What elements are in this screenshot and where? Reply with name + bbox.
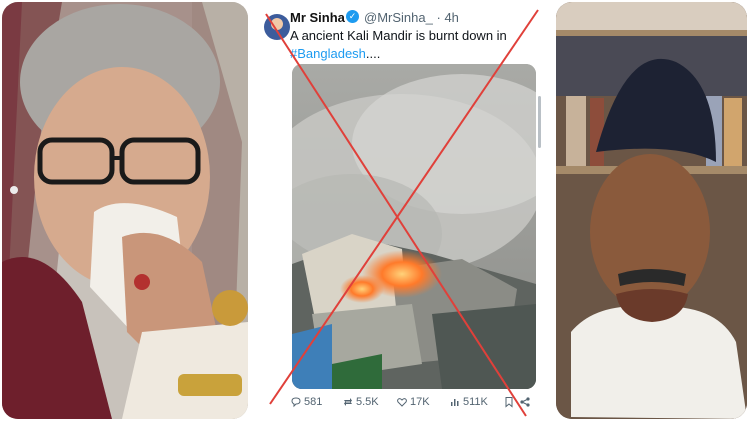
handle-and-time[interactable]: @MrSinha_ · 4h [364, 10, 459, 25]
hashtag-link[interactable]: #Bangladesh [290, 46, 366, 61]
share-icon [520, 397, 530, 407]
right-photo-illustration [556, 2, 747, 419]
scrollbar[interactable] [538, 96, 541, 148]
handle: @MrSinha_ [364, 10, 433, 25]
retweet-count: 5.5K [356, 396, 379, 408]
display-name[interactable]: Mr Sinha [290, 10, 345, 25]
bookmark-icon [505, 397, 513, 408]
left-photo-woman-wiping-tears [2, 2, 248, 419]
tweet-media-image[interactable] [292, 64, 536, 389]
like-button[interactable]: 17K [396, 396, 430, 408]
retweet-icon [344, 398, 352, 406]
right-photo-man-in-cap [556, 2, 747, 419]
reply-count: 581 [304, 396, 323, 408]
separator: · [436, 10, 441, 25]
tweet-text-line2: #Bangladesh.... [290, 46, 380, 61]
timestamp: 4h [444, 10, 459, 25]
burning-building-image [292, 64, 536, 389]
like-icon [397, 398, 407, 407]
bookmark-button[interactable] [503, 396, 515, 408]
tweet-card: Mr Sinha ✓ @MrSinha_ · 4h A ancient Kali… [256, 0, 546, 421]
views-button[interactable]: 511K [449, 396, 488, 408]
like-count: 17K [410, 396, 430, 408]
reply-icon [291, 397, 301, 408]
ellipsis: .... [365, 46, 381, 61]
left-photo-illustration [2, 2, 248, 419]
retweet-button[interactable]: 5.5K [342, 396, 379, 408]
avatar[interactable] [264, 14, 290, 40]
share-button[interactable] [519, 396, 531, 408]
reply-button[interactable]: 581 [290, 396, 322, 408]
verified-badge-icon: ✓ [346, 10, 359, 23]
views-count: 511K [463, 396, 488, 408]
views-icon [451, 399, 459, 406]
tweet-action-bar: 581 5.5K 17K 511K [256, 394, 546, 414]
tweet-text-line1: A ancient Kali Mandir is burnt down in [290, 28, 507, 43]
tweet-header: Mr Sinha ✓ @MrSinha_ · 4h A ancient Kali… [256, 4, 546, 64]
